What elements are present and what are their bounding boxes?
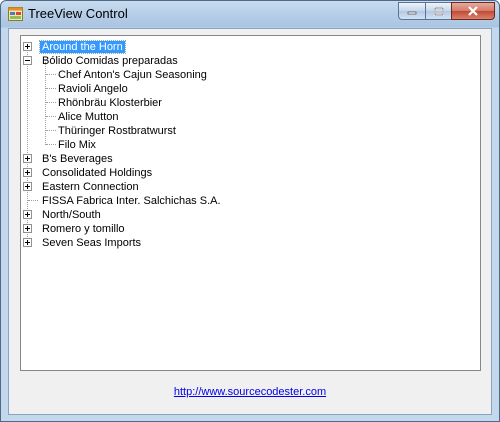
- window-form-icon: [8, 7, 23, 21]
- tree-child-node[interactable]: Chef Anton's Cajun Seasoning: [56, 68, 209, 82]
- tree-node-label: Ravioli Angelo: [58, 83, 128, 95]
- minimize-icon: [407, 11, 417, 15]
- tree-node-label: B's Beverages: [42, 153, 113, 165]
- tree-node-consolidated-holdings[interactable]: Consolidated Holdings: [40, 166, 154, 180]
- tree-node-label: Romero y tomillo: [42, 223, 125, 235]
- close-button[interactable]: [451, 2, 495, 20]
- app-window: TreeView Control Around the Horn Bólido …: [0, 0, 500, 422]
- tree-child-node[interactable]: Filo Mix: [56, 138, 98, 152]
- tree-node-bs-beverages[interactable]: B's Beverages: [40, 152, 115, 166]
- tree-node-label: Alice Mutton: [58, 111, 119, 123]
- expand-toggle-north-south[interactable]: [23, 210, 32, 219]
- minimize-button[interactable]: [398, 2, 425, 20]
- tree-node-romero-y-tomillo[interactable]: Romero y tomillo: [40, 222, 127, 236]
- tree-node-label: Chef Anton's Cajun Seasoning: [58, 69, 207, 81]
- tree-child-node[interactable]: Rhönbräu Klosterbier: [56, 96, 164, 110]
- tree-node-label: Seven Seas Imports: [42, 237, 142, 249]
- tree-branch-line: [46, 130, 56, 132]
- tree-child-node[interactable]: Thüringer Rostbratwurst: [56, 124, 178, 138]
- tree-node-label: Eastern Connection: [42, 181, 139, 193]
- maximize-icon: [433, 6, 444, 16]
- website-link[interactable]: http://www.sourcecodester.com: [9, 386, 491, 398]
- tree-node-eastern-connection[interactable]: Eastern Connection: [40, 180, 141, 194]
- tree-node-fissa[interactable]: FISSA Fabrica Inter. Salchichas S.A.: [40, 194, 223, 208]
- tree-node-label: North/South: [42, 209, 101, 221]
- tree-node-label: Around the Horn: [39, 40, 126, 54]
- tree-branch-line: [46, 116, 56, 118]
- tree-node-label: Filo Mix: [58, 139, 96, 151]
- close-icon: [468, 6, 478, 16]
- tree-branch-line: [46, 144, 56, 146]
- title-bar[interactable]: TreeView Control: [1, 1, 499, 27]
- tree-node-seven-seas[interactable]: Seven Seas Imports: [40, 236, 143, 250]
- tree-node-label: Thüringer Rostbratwurst: [58, 125, 176, 137]
- expand-toggle-seven-seas[interactable]: [23, 238, 32, 247]
- tree-child-node[interactable]: Ravioli Angelo: [56, 82, 130, 96]
- expand-toggle-romero[interactable]: [23, 224, 32, 233]
- tree-node-around-the-horn[interactable]: Around the Horn: [39, 40, 126, 54]
- tree-node-bolido-comidas[interactable]: Bólido Comidas preparadas: [40, 54, 180, 68]
- tree-branch-line: [46, 88, 56, 90]
- collapse-toggle-bolido[interactable]: [23, 56, 32, 65]
- tree-branch-line: [28, 200, 38, 202]
- maximize-button[interactable]: [425, 2, 451, 20]
- expand-toggle-consolidated[interactable]: [23, 168, 32, 177]
- tree-branch-line: [46, 74, 56, 76]
- form-client-area: Around the Horn Bólido Comidas preparada…: [8, 28, 492, 415]
- tree-node-label: Consolidated Holdings: [42, 167, 153, 179]
- tree-node-north-south[interactable]: North/South: [40, 208, 103, 222]
- window-title: TreeView Control: [28, 6, 128, 21]
- expand-toggle-eastern[interactable]: [23, 182, 32, 191]
- tree-branch-line: [46, 102, 56, 104]
- tree-child-node[interactable]: Alice Mutton: [56, 110, 121, 124]
- tree-node-label: Rhönbräu Klosterbier: [58, 97, 162, 109]
- tree-view[interactable]: Around the Horn Bólido Comidas preparada…: [20, 35, 481, 371]
- expand-toggle-around-the-horn[interactable]: [23, 42, 32, 51]
- tree-node-label: FISSA Fabrica Inter. Salchichas S.A.: [42, 195, 221, 207]
- caption-buttons: [398, 2, 495, 20]
- tree-node-label: Bólido Comidas preparadas: [42, 55, 178, 67]
- expand-toggle-bs-beverages[interactable]: [23, 154, 32, 163]
